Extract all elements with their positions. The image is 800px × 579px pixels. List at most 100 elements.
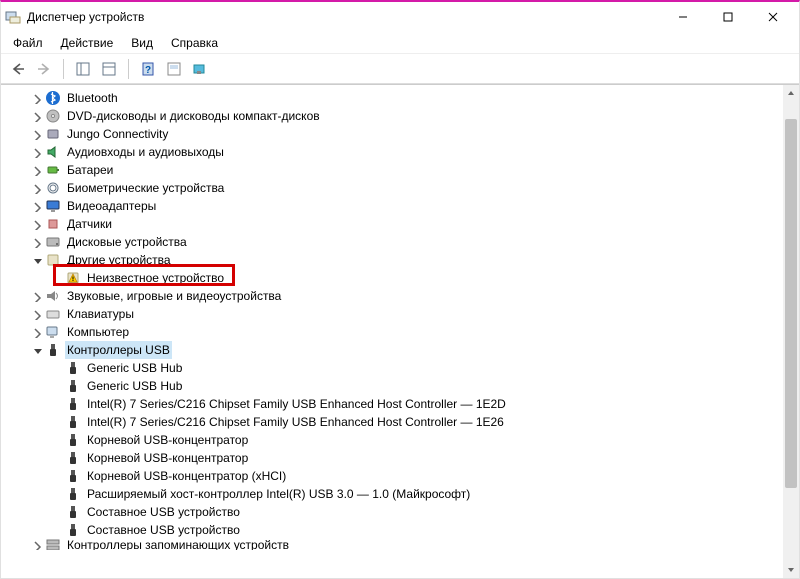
tree-item[interactable]: Неизвестное устройство (5, 269, 783, 287)
titlebar: Диспетчер устройств (1, 2, 799, 32)
expand-toggle[interactable] (29, 127, 43, 141)
device-manager-window: Диспетчер устройств Файл Действие Вид Сп… (0, 0, 800, 579)
usb-icon (65, 432, 81, 448)
battery-icon (45, 162, 61, 178)
expand-toggle[interactable] (29, 289, 43, 303)
show-hidden-button[interactable] (189, 58, 211, 80)
tree-item-label: Корневой USB-концентратор (85, 431, 250, 449)
tree-item-label: Bluetooth (65, 89, 120, 107)
expand-toggle[interactable] (29, 235, 43, 249)
vertical-scrollbar[interactable] (783, 85, 799, 578)
forward-button[interactable] (33, 58, 55, 80)
tree-item-label: Корневой USB-концентратор (85, 449, 250, 467)
tree-item[interactable]: Корневой USB-концентратор (xHCI) (5, 467, 783, 485)
menu-action[interactable]: Действие (53, 34, 122, 52)
back-button[interactable] (7, 58, 29, 80)
collapse-toggle[interactable] (29, 253, 43, 267)
tree-item[interactable]: Intel(R) 7 Series/C216 Chipset Family US… (5, 395, 783, 413)
tree-item[interactable]: Контроллеры USB (5, 341, 783, 359)
tree-item-label: Intel(R) 7 Series/C216 Chipset Family US… (85, 395, 508, 413)
expand-toggle[interactable] (29, 217, 43, 231)
tree-item[interactable]: Intel(R) 7 Series/C216 Chipset Family US… (5, 413, 783, 431)
scroll-thumb[interactable] (785, 119, 797, 488)
scroll-up-arrow[interactable] (783, 85, 799, 101)
tree-item[interactable]: Bluetooth (5, 89, 783, 107)
collapse-toggle[interactable] (29, 343, 43, 357)
tree-item-label: Клавиатуры (65, 305, 136, 323)
expand-toggle[interactable] (29, 91, 43, 105)
tree-item[interactable]: Аудиовходы и аудиовыходы (5, 143, 783, 161)
tree-item[interactable]: Батареи (5, 161, 783, 179)
usb-icon (45, 342, 61, 358)
tree-item[interactable]: Компьютер (5, 323, 783, 341)
tree-item-label: Дисковые устройства (65, 233, 189, 251)
sensor-icon (45, 216, 61, 232)
tree-item-label: Биометрические устройства (65, 179, 226, 197)
tree-item[interactable]: Видеоадаптеры (5, 197, 783, 215)
tree-item[interactable]: Звуковые, игровые и видеоустройства (5, 287, 783, 305)
sound-icon (45, 288, 61, 304)
tree-item-label: Аудиовходы и аудиовыходы (65, 143, 226, 161)
expand-toggle[interactable] (29, 307, 43, 321)
device-tree[interactable]: BluetoothDVD-дисководы и дисководы компа… (1, 85, 783, 578)
show-hide-tree-button[interactable] (72, 58, 94, 80)
tree-item[interactable]: Дисковые устройства (5, 233, 783, 251)
tree-item[interactable]: Составное USB устройство (5, 503, 783, 521)
tree-item-label: Jungo Connectivity (65, 125, 170, 143)
tree-item[interactable]: Корневой USB-концентратор (5, 431, 783, 449)
expand-toggle[interactable] (29, 199, 43, 213)
app-icon (5, 9, 21, 25)
tree-item[interactable]: DVD-дисководы и дисководы компакт-дисков (5, 107, 783, 125)
tree-item[interactable]: Корневой USB-концентратор (5, 449, 783, 467)
maximize-button[interactable] (705, 3, 750, 31)
toolbar-separator (128, 59, 129, 79)
tree-item[interactable]: Клавиатуры (5, 305, 783, 323)
tree-container: BluetoothDVD-дисководы и дисководы компа… (1, 84, 799, 578)
audio-icon (45, 144, 61, 160)
usb-icon (65, 378, 81, 394)
properties-button[interactable] (98, 58, 120, 80)
expand-toggle[interactable] (29, 539, 43, 550)
tree-item-label: DVD-дисководы и дисководы компакт-дисков (65, 107, 322, 125)
tree-item[interactable]: Generic USB Hub (5, 377, 783, 395)
tree-item[interactable]: Составное USB устройство (5, 521, 783, 539)
tree-item-label: Корневой USB-концентратор (xHCI) (85, 467, 288, 485)
close-button[interactable] (750, 3, 795, 31)
scroll-track[interactable] (783, 101, 799, 562)
tree-item-label: Компьютер (65, 323, 131, 341)
scan-button[interactable] (163, 58, 185, 80)
jungo-icon (45, 126, 61, 142)
computer-icon (45, 324, 61, 340)
menu-help[interactable]: Справка (163, 34, 226, 52)
usb-icon (65, 504, 81, 520)
expand-toggle[interactable] (29, 109, 43, 123)
usb-icon (65, 396, 81, 412)
tree-item-label: Расширяемый хост-контроллер Intel(R) USB… (85, 485, 472, 503)
expand-toggle[interactable] (29, 325, 43, 339)
tree-item[interactable]: Датчики (5, 215, 783, 233)
usb-icon (65, 414, 81, 430)
expand-toggle[interactable] (29, 145, 43, 159)
menu-file[interactable]: Файл (5, 34, 51, 52)
tree-item[interactable]: Биометрические устройства (5, 179, 783, 197)
expand-toggle[interactable] (29, 163, 43, 177)
tree-item-label: Составное USB устройство (85, 521, 242, 539)
tree-item[interactable]: Контроллеры запоминающих устройств (5, 539, 783, 550)
tree-item[interactable]: Jungo Connectivity (5, 125, 783, 143)
minimize-button[interactable] (660, 3, 705, 31)
toolbar-separator (63, 59, 64, 79)
warning-icon (65, 270, 81, 286)
tree-item[interactable]: Расширяемый хост-контроллер Intel(R) USB… (5, 485, 783, 503)
storage-icon (45, 539, 61, 550)
tree-item-label: Intel(R) 7 Series/C216 Chipset Family US… (85, 413, 506, 431)
tree-item[interactable]: Generic USB Hub (5, 359, 783, 377)
scroll-down-arrow[interactable] (783, 562, 799, 578)
tree-item-label: Generic USB Hub (85, 377, 184, 395)
bluetooth-icon (45, 90, 61, 106)
biometric-icon (45, 180, 61, 196)
usb-icon (65, 450, 81, 466)
tree-item[interactable]: Другие устройства (5, 251, 783, 269)
help-button[interactable]: ? (137, 58, 159, 80)
menu-view[interactable]: Вид (123, 34, 161, 52)
expand-toggle[interactable] (29, 181, 43, 195)
